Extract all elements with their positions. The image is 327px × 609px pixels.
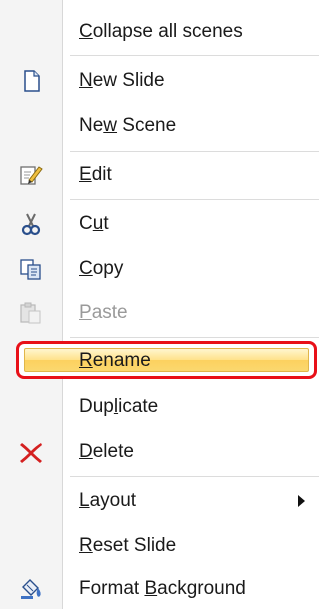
menu-separator (70, 199, 319, 200)
menu-item-label: Copy (79, 258, 124, 279)
edit-icon (18, 163, 44, 187)
menu-item-label: Reset Slide (79, 535, 177, 556)
scissors-icon (18, 212, 44, 236)
menu-item-edit[interactable]: Edit (0, 155, 327, 195)
context-menu: Collapse all scenes New Slide New Scene (0, 0, 327, 609)
menu-item-label: Paste (79, 302, 128, 323)
menu-item-label: Duplicate (79, 396, 159, 417)
menu-item-label: New Slide (79, 70, 165, 91)
menu-item-label: Format Background (79, 578, 246, 599)
menu-item-collapse-all-scenes[interactable]: Collapse all scenes (0, 12, 327, 52)
menu-item-label: Rename (79, 350, 151, 371)
copy-icon (18, 257, 44, 281)
menu-separator (70, 337, 319, 338)
menu-item-format-background[interactable]: Format Background (0, 569, 327, 609)
menu-item-duplicate[interactable]: Duplicate (0, 387, 327, 427)
new-page-icon (18, 69, 44, 93)
menu-item-reset-slide[interactable]: Reset Slide (0, 526, 327, 566)
menu-separator (70, 151, 319, 152)
menu-item-layout[interactable]: Layout (0, 481, 327, 521)
paste-icon (18, 301, 44, 325)
menu-item-label: New Scene (79, 115, 177, 136)
menu-item-label: Layout (79, 490, 137, 511)
menu-item-label: Edit (79, 164, 112, 185)
menu-item-label: Delete (79, 441, 134, 462)
menu-item-copy[interactable]: Copy (0, 249, 327, 289)
delete-x-icon (18, 440, 44, 464)
menu-item-delete[interactable]: Delete (0, 432, 327, 472)
menu-item-rename[interactable]: Rename (0, 339, 327, 383)
menu-item-cut[interactable]: Cut (0, 204, 327, 244)
hover-highlight (24, 348, 309, 372)
menu-separator (70, 476, 319, 477)
menu-item-label: Cut (79, 213, 109, 234)
menu-item-label: Collapse all scenes (79, 21, 243, 42)
menu-item-new-scene[interactable]: New Scene (0, 106, 327, 146)
paint-bucket-icon (18, 577, 44, 601)
highlight-outline (16, 341, 317, 379)
menu-separator (70, 55, 319, 56)
submenu-arrow-icon (298, 495, 305, 507)
menu-item-paste[interactable]: Paste (0, 293, 327, 333)
menu-item-new-slide[interactable]: New Slide (0, 61, 327, 101)
